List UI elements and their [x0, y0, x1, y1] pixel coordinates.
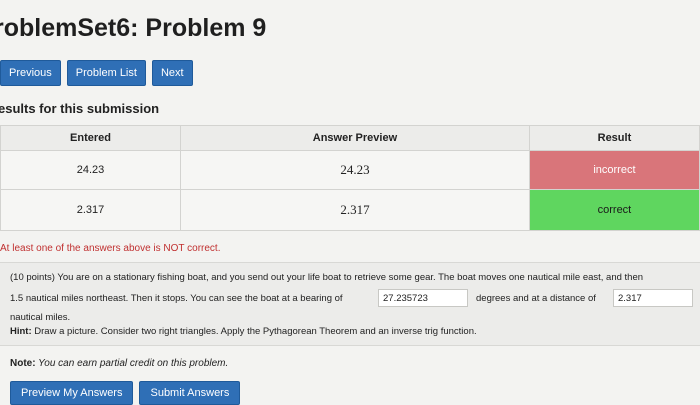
- submit-answers-button[interactable]: Submit Answers: [139, 381, 241, 405]
- result-cell-incorrect: incorrect: [528, 150, 700, 190]
- submission-actions: Preview My Answers Submit Answers: [10, 381, 241, 405]
- note-label: Note:: [10, 358, 36, 369]
- entered-cell: 24.23: [0, 150, 182, 190]
- note-text: You can earn partial credit on this prob…: [35, 358, 229, 369]
- header-entered: Entered: [0, 125, 182, 151]
- answer-preview-cell: 24.23: [180, 150, 530, 190]
- header-result: Result: [528, 125, 700, 151]
- next-button[interactable]: Next: [151, 60, 193, 86]
- problem-list-button[interactable]: Problem List: [66, 60, 146, 86]
- results-heading: esults for this submission: [0, 101, 160, 116]
- problem-line-2b: degrees and at a distance of: [476, 293, 596, 304]
- header-answer-preview: Answer Preview: [180, 125, 530, 151]
- problem-nav: Previous Problem List Next: [0, 60, 193, 86]
- distance-answer-input[interactable]: 2.317: [613, 289, 693, 307]
- incorrect-warning: At least one of the answers above is NOT…: [0, 243, 221, 254]
- problem-line-1: (10 points) You are on a stationary fish…: [10, 272, 644, 283]
- entered-cell: 2.317: [0, 189, 182, 231]
- problem-statement: (10 points) You are on a stationary fish…: [0, 262, 700, 346]
- hint-text: Draw a picture. Consider two right trian…: [31, 326, 477, 337]
- table-row: 2.317 2.317 correct: [0, 189, 700, 231]
- answer-preview-cell: 2.317: [180, 189, 530, 231]
- result-cell-correct: correct: [528, 189, 700, 231]
- previous-button[interactable]: Previous: [0, 60, 61, 86]
- problem-line-2a: 1.5 nautical miles northeast. Then it st…: [10, 293, 343, 304]
- results-header-row: Entered Answer Preview Result: [0, 125, 700, 151]
- table-row: 24.23 24.23 incorrect: [0, 150, 700, 190]
- preview-answers-button[interactable]: Preview My Answers: [10, 381, 134, 405]
- partial-credit-note: Note: You can earn partial credit on thi…: [10, 358, 228, 369]
- hint-label: Hint:: [10, 326, 32, 337]
- page-title: roblemSet6: Problem 9: [0, 14, 267, 42]
- problem-line-3: nautical miles.: [10, 312, 71, 323]
- bearing-answer-input[interactable]: 27.235723: [378, 289, 468, 307]
- hint-line: Hint: Draw a picture. Consider two right…: [10, 326, 477, 337]
- results-table: Entered Answer Preview Result 24.23 24.2…: [0, 125, 700, 231]
